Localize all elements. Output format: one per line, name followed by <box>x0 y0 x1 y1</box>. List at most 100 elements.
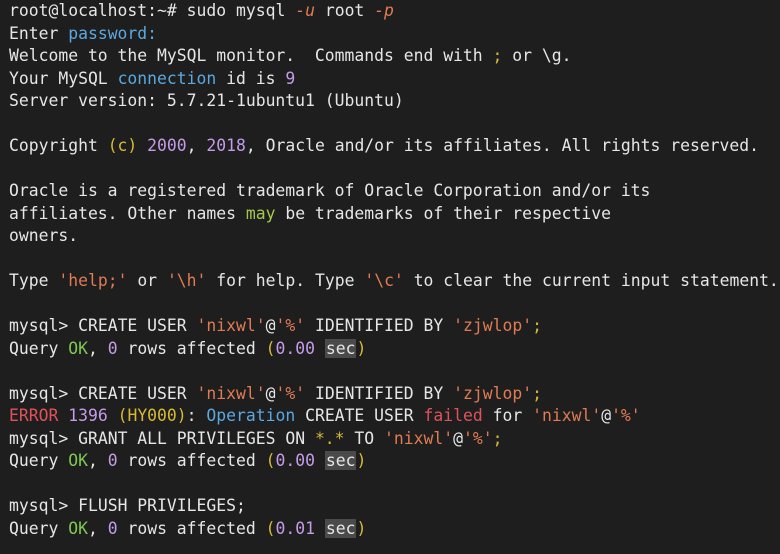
host-string: '%' <box>611 406 641 425</box>
rows-affected-text: rows affected <box>127 451 256 470</box>
password-colon: : <box>147 23 158 43</box>
mysql-command-grant: mysql> GRANT ALL PRIVILEGES ON *.* TO 'n… <box>9 428 780 451</box>
terminal-window[interactable]: root@localhost:~# sudo mysql -u root -p … <box>0 0 780 554</box>
error-colon: : <box>186 406 197 425</box>
copyright-word: Copyright <box>9 136 98 155</box>
user-string: 'nixwl' <box>196 383 266 403</box>
rows-count: 0 <box>107 338 118 358</box>
help-text-a: Type <box>9 271 49 290</box>
ok-status: OK <box>68 338 88 358</box>
copyright-comma: , <box>186 136 197 155</box>
trademark-line-1: Oracle is a registered trademark of Orac… <box>9 180 780 203</box>
help-text-c: for help. Type <box>216 271 355 290</box>
help-text-b: or <box>137 271 158 290</box>
rows-count: 0 <box>107 451 118 470</box>
help-text-d: to clear the current input statement. <box>413 271 779 290</box>
user-string: 'nixwl' <box>196 316 266 335</box>
connection-keyword: connection <box>117 68 217 88</box>
to-keyword: TO <box>354 428 375 448</box>
comma: , <box>87 338 98 358</box>
copyright-text: , Oracle and/or its affiliates. All righ… <box>245 136 760 155</box>
trademark-text-2a: affiliates. Other names <box>9 203 236 223</box>
sec-unit: sec <box>324 451 357 470</box>
mysql-command-create-user-2: mysql> CREATE USER 'nixwl'@'%' IDENTIFIE… <box>9 383 780 406</box>
user-string: 'nixwl' <box>384 428 454 448</box>
identified-by-keyword: IDENTIFIED BY <box>314 316 444 335</box>
trademark-line-3: owners. <box>9 225 780 248</box>
mysql-command-create-user-1: mysql> CREATE USER 'nixwl'@'%' IDENTIFIE… <box>9 315 780 338</box>
conn-text-2: id is <box>226 68 276 88</box>
for-keyword: for <box>492 406 523 425</box>
semicolon: ; <box>532 383 542 403</box>
trademark-may: may <box>245 203 276 223</box>
error-label: ERROR <box>9 406 59 425</box>
connection-id: 9 <box>285 68 296 88</box>
trademark-text-3: owners. <box>9 226 79 245</box>
query-time: 0.00 <box>275 338 315 358</box>
ok-status: OK <box>68 518 88 538</box>
shell-command-line: root@localhost:~# sudo mysql -u root -p <box>9 0 780 23</box>
query-word: Query <box>9 451 59 470</box>
user-string: 'nixwl' <box>532 406 602 425</box>
right-paren: ) <box>356 338 367 358</box>
create-user-keyword: CREATE USER <box>78 316 187 335</box>
copyright-year-end: 2018 <box>206 136 246 155</box>
welcome-line: Welcome to the MySQL monitor. Commands e… <box>9 45 780 68</box>
query-word: Query <box>9 338 59 358</box>
conn-text: Your MySQL <box>9 68 108 88</box>
error-code: 1396 <box>68 406 108 425</box>
mysql-prompt: mysql> <box>9 496 69 515</box>
query-time: 0.00 <box>275 451 315 470</box>
rows-count: 0 <box>107 518 118 538</box>
identified-by-keyword: IDENTIFIED BY <box>314 383 444 403</box>
at-sign: @ <box>265 316 276 335</box>
help-line: Type 'help;' or '\h' for help. Type '\c'… <box>9 270 780 293</box>
query-result-3: Query OK, 0 rows affected (0.01 sec) <box>9 518 780 541</box>
copyright-symbol: (c) <box>107 136 138 155</box>
mysql-prompt: mysql> <box>9 383 69 403</box>
at-sign: @ <box>453 428 463 448</box>
query-result-1: Query OK, 0 rows affected (0.00 sec) <box>9 338 780 361</box>
flush-command: FLUSH PRIVILEGES; <box>78 496 246 515</box>
enter-text: Enter <box>9 23 59 43</box>
server-version-line: Server version: 5.7.21-1ubuntu1 (Ubuntu) <box>9 90 780 113</box>
help-string-help: 'help;' <box>58 271 128 290</box>
connection-id-line: Your MySQL connection id is 9 <box>9 68 780 91</box>
right-paren: ) <box>356 518 367 538</box>
password-string: 'zjwlop' <box>453 383 533 403</box>
trademark-text-1: Oracle is a registered trademark of Orac… <box>9 181 651 200</box>
welcome-semicolon: ; <box>492 46 503 65</box>
password-keyword: password <box>68 23 148 43</box>
operation-keyword: Operation <box>206 406 296 425</box>
copyright-line: Copyright (c) 2000, 2018, Oracle and/or … <box>9 135 780 158</box>
host-string: '%' <box>275 383 306 403</box>
star-scope: *.* <box>314 428 345 448</box>
grant-keyword: GRANT ALL PRIVILEGES ON <box>78 428 306 448</box>
comma: , <box>87 451 98 470</box>
sec-unit: sec <box>324 518 357 538</box>
query-word: Query <box>9 518 59 538</box>
flag-p: -p <box>374 1 394 20</box>
ok-status: OK <box>68 451 88 470</box>
trademark-text-2b: be trademarks of their respective <box>285 203 611 223</box>
password-prompt-line: Enter password: <box>9 23 780 46</box>
command-text: sudo mysql <box>186 1 286 20</box>
comma: , <box>87 518 98 538</box>
semicolon: ; <box>492 428 503 448</box>
copyright-year-start: 2000 <box>147 136 187 155</box>
semicolon: ; <box>532 316 542 335</box>
sec-unit: sec <box>324 338 357 358</box>
at-sign: @ <box>601 406 612 425</box>
password-string: 'zjwlop' <box>453 316 533 335</box>
server-version-text: Server version: 5.7.21-1ubuntu1 (Ubuntu) <box>9 91 404 110</box>
trademark-line-2: affiliates. Other names may be trademark… <box>9 203 780 226</box>
left-paren: ( <box>265 338 276 358</box>
host-string: '%' <box>463 428 493 448</box>
shell-prompt: root@localhost:~# <box>9 1 177 20</box>
flag-u: -u <box>295 1 315 20</box>
